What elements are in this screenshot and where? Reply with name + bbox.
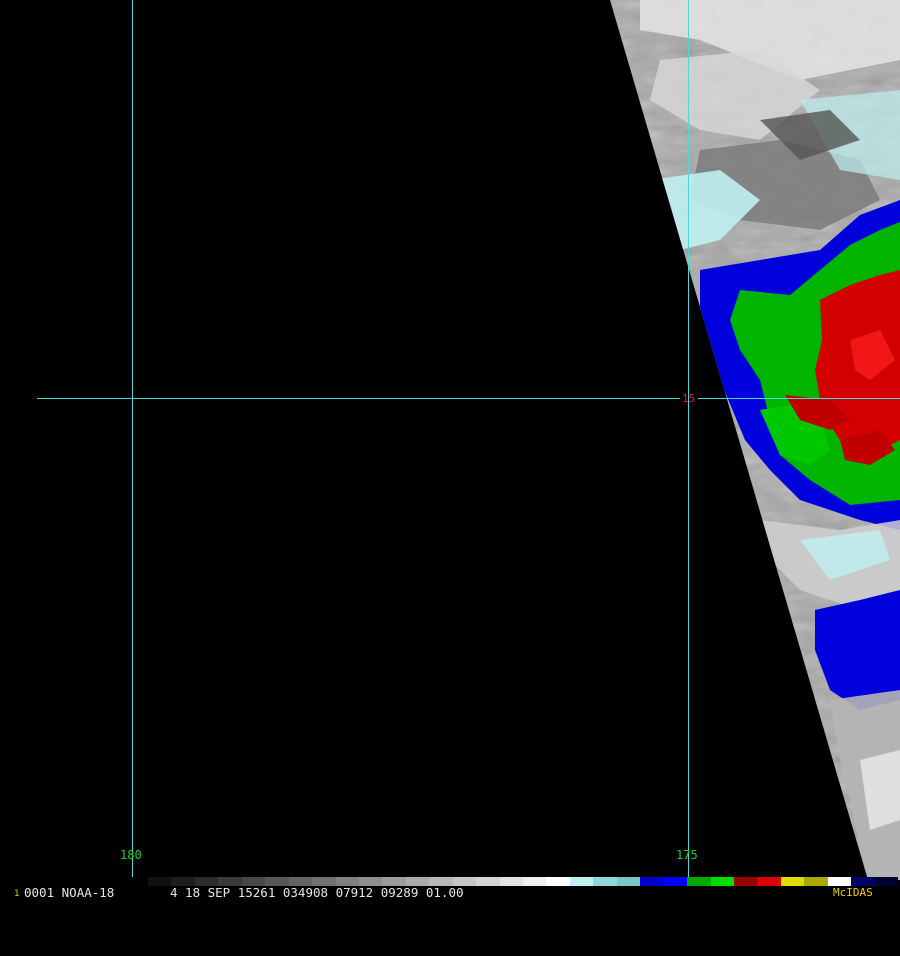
satellite-name: NOAA-18 <box>61 885 115 900</box>
latitude-label-15: 15 <box>682 392 695 405</box>
image-datetime: 4 18 SEP 15261 034908 07912 09289 01.00 <box>170 885 464 900</box>
status-bar: 1 0001 NOAA-18 4 18 SEP 15261 034908 079… <box>0 886 900 900</box>
satellite-map: 180 175 15 <box>0 0 900 900</box>
frame-code: 0001 <box>24 885 55 900</box>
mcidas-logo: McIDAS <box>833 886 873 899</box>
longitude-label-175: 175 <box>676 848 698 862</box>
frame-number: 1 <box>14 889 20 899</box>
longitude-label-180: 180 <box>120 848 142 862</box>
